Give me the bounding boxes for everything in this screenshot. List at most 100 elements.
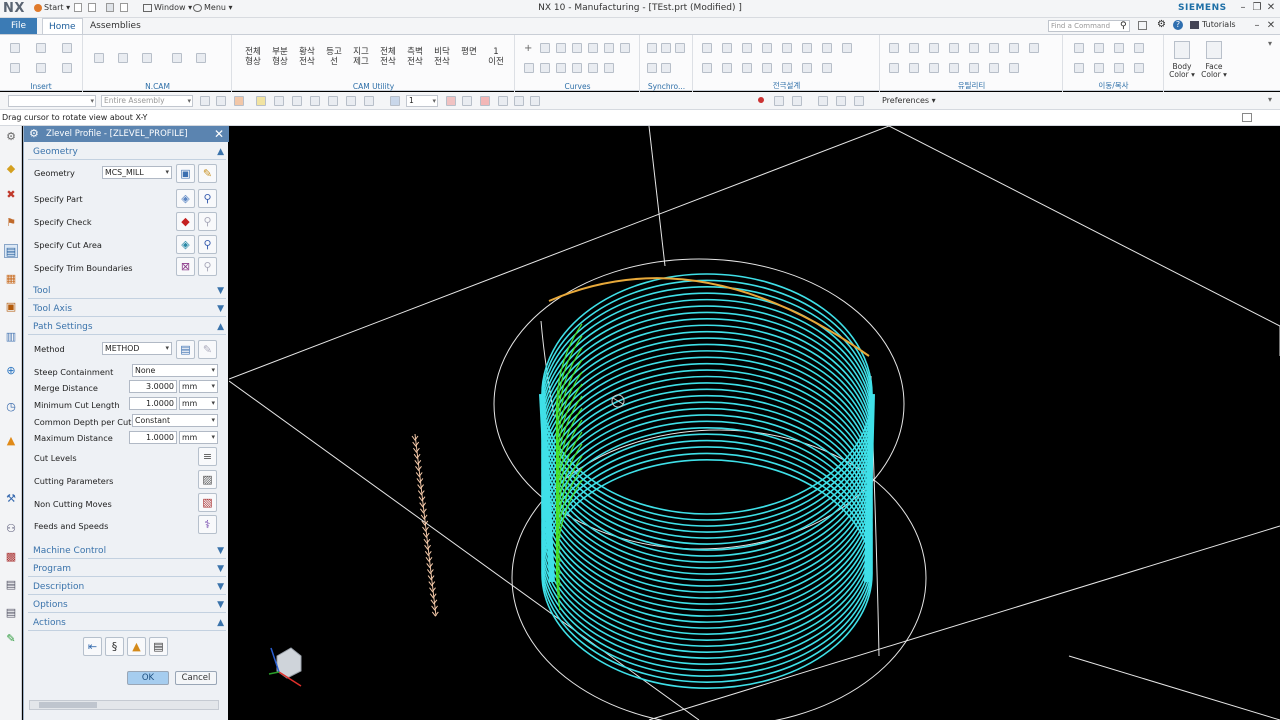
minimize-button[interactable]: – [1237,2,1249,14]
section-program[interactable]: Program ▼ [28,562,226,577]
electrode-tool-10-icon[interactable] [722,63,732,73]
pull-face-icon[interactable] [661,43,671,53]
electrode-tool-2-icon[interactable] [722,43,732,53]
display-trim-icon[interactable]: ⚲ [198,257,217,276]
toolpath-tool-3-icon[interactable] [480,96,490,106]
create-operation-icon[interactable] [36,63,46,73]
section-options[interactable]: Options ▼ [28,598,226,613]
min-cut-length-input[interactable]: 1.0000 [129,397,177,410]
utility-tool-13-icon[interactable] [969,63,979,73]
ok-button[interactable]: OK [127,671,169,685]
create-tool-icon[interactable] [36,43,46,53]
view-tool-2-icon[interactable] [792,96,802,106]
move-tool-8-icon[interactable] [1134,63,1144,73]
program-order-view-icon[interactable]: ◆ [4,162,18,176]
create-method-icon[interactable] [10,63,20,73]
bridge-curve-icon[interactable] [588,63,598,73]
toolpath-tool-5-icon[interactable] [514,96,524,106]
cam-utility-button-3[interactable]: 황삭 전삭 [297,47,317,67]
cutting-parameters-icon[interactable]: ▨ [198,470,217,489]
replace-face-icon[interactable] [661,63,671,73]
scrollbar-thumb[interactable] [39,702,97,708]
snap-tool-1-icon[interactable] [256,96,266,106]
roles-icon[interactable]: ⚇ [4,522,18,536]
offset-region-icon[interactable] [675,43,685,53]
method-select[interactable]: METHOD ▾ [102,342,172,355]
snap-tool-2-icon[interactable] [274,96,284,106]
view-tool-1-icon[interactable] [774,96,784,106]
panel-icon[interactable] [1138,21,1147,30]
cam-utility-button-6[interactable]: 전체 전삭 [378,47,398,67]
machine-tool-view-icon[interactable]: ✖ [4,188,18,202]
tab-assemblies[interactable]: Assemblies [84,18,147,34]
join-curve-icon[interactable] [604,63,614,73]
select-tool-2-icon[interactable] [216,96,226,106]
cam-utility-button-1[interactable]: 전체 형상 [243,47,263,67]
feeds-speeds-icon[interactable]: ⚕ [198,515,217,534]
ribbon-minimize-button[interactable]: – [1251,20,1263,32]
section-geometry[interactable]: Geometry ▲ [28,145,226,160]
min-cut-length-unit-select[interactable]: mm ▾ [179,397,218,410]
manager-icon[interactable]: ▤ [4,578,18,592]
divide-curve-icon[interactable] [572,63,582,73]
section-actions[interactable]: Actions ▲ [28,616,226,631]
merge-distance-input[interactable]: 3.0000 [129,380,177,393]
geometry-view-icon[interactable]: ⚑ [4,216,18,230]
display-part-icon[interactable]: ⚲ [198,189,217,208]
text-icon[interactable] [620,43,630,53]
create-program-icon[interactable] [10,43,20,53]
circle-icon[interactable] [572,43,582,53]
cam-utility-button-9[interactable]: 평면 [459,47,479,57]
utility-tool-1-icon[interactable] [889,43,899,53]
verify-icon[interactable]: ▲ [127,637,146,656]
electrode-tool-7-icon[interactable] [822,43,832,53]
toolpath-tool-6-icon[interactable] [530,96,540,106]
operation-navigator-icon[interactable]: ▤ [4,244,18,258]
common-depth-select[interactable]: Constant ▾ [132,414,218,427]
help-icon[interactable]: ? [1173,20,1183,30]
gear-icon[interactable]: ⚙ [1157,19,1166,30]
cam-utility-button-10[interactable]: 1 이전 [486,47,506,67]
rectangle-icon[interactable] [556,43,566,53]
template-icon[interactable]: ▤ [4,606,18,620]
electrode-tool-11-icon[interactable] [742,63,752,73]
move-tool-1-icon[interactable] [1074,43,1084,53]
arc-icon[interactable] [540,43,550,53]
replay-icon[interactable]: § [105,637,124,656]
non-cutting-moves-icon[interactable]: ▧ [198,493,217,512]
max-distance-unit-select[interactable]: mm ▾ [179,431,218,444]
snap-tool-7-icon[interactable] [364,96,374,106]
utility-tool-7-icon[interactable] [1009,43,1019,53]
cancel-button[interactable]: Cancel [175,671,217,685]
snap-tool-3-icon[interactable] [292,96,302,106]
utility-tool-2-icon[interactable] [909,43,919,53]
specify-trim-icon[interactable]: ⊠ [176,257,195,276]
graphics-viewport[interactable] [229,126,1280,720]
specify-part-icon[interactable]: ◈ [176,189,195,208]
restore-button[interactable]: ❐ [1251,2,1263,14]
utility-tool-15-icon[interactable] [1009,63,1019,73]
ncam-tool-5-icon[interactable] [196,53,206,63]
tutorials-button[interactable]: Tutorials [1202,20,1236,29]
electrode-tool-15-icon[interactable] [822,63,832,73]
search-icon[interactable]: ⚲ [1120,21,1127,31]
electrode-tool-13-icon[interactable] [782,63,792,73]
command-search-input[interactable]: Find a Command [1048,20,1130,32]
ncam-tool-2-icon[interactable] [118,53,128,63]
display-cut-area-icon[interactable]: ⚲ [198,235,217,254]
toolpath-tool-2-icon[interactable] [462,96,472,106]
part-navigator-icon[interactable]: ▣ [4,300,18,314]
electrode-tool-4-icon[interactable] [762,43,772,53]
snap-tool-4-icon[interactable] [310,96,320,106]
web-browser-icon[interactable]: ⊕ [4,364,18,378]
body-color-button[interactable]: Body Color ▾ [1168,41,1196,79]
offset-curve-icon[interactable] [524,63,534,73]
geometry-select[interactable]: MCS_MILL ▾ [102,166,172,179]
record-icon[interactable] [758,97,764,103]
sketch-icon[interactable]: ✎ [4,632,18,646]
new-geometry-icon[interactable]: ▣ [176,164,195,183]
electrode-tool-9-icon[interactable] [702,63,712,73]
utility-tool-12-icon[interactable] [949,63,959,73]
section-description[interactable]: Description ▼ [28,580,226,595]
trim-curve-icon[interactable] [556,63,566,73]
